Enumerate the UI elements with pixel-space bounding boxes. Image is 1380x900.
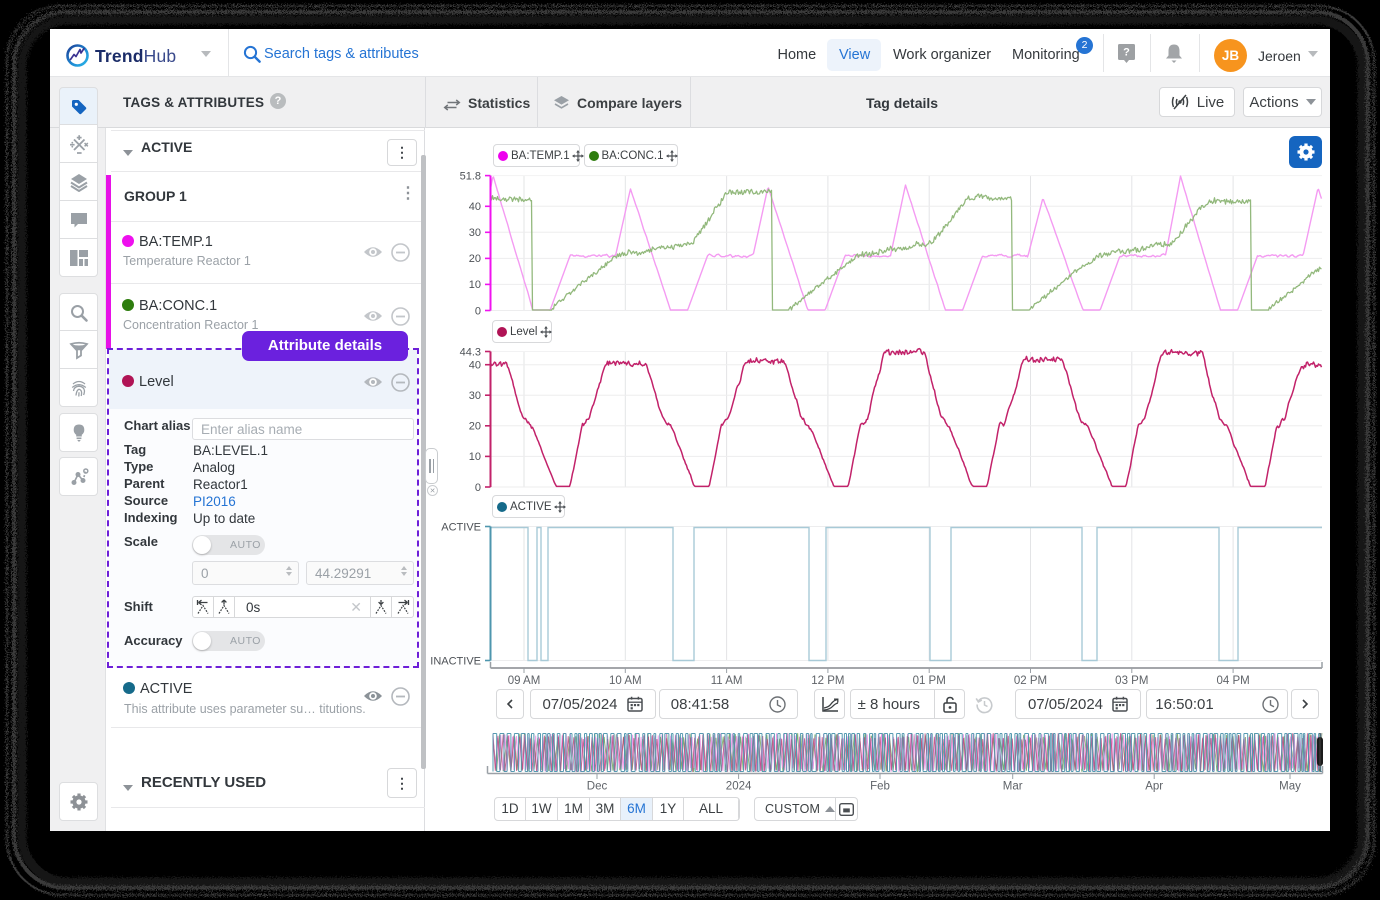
svg-text:10 AM: 10 AM — [609, 675, 642, 687]
svg-text:12 PM: 12 PM — [811, 675, 844, 687]
svg-text:51.8: 51.8 — [460, 170, 481, 182]
svg-text:0: 0 — [475, 482, 481, 494]
svg-text:0: 0 — [475, 305, 481, 317]
svg-text:10: 10 — [469, 279, 481, 291]
svg-text:11 AM: 11 AM — [711, 675, 743, 687]
svg-text:04 PM: 04 PM — [1216, 675, 1249, 687]
svg-text:03 PM: 03 PM — [1115, 675, 1148, 687]
svg-text:Apr: Apr — [1145, 781, 1163, 793]
svg-text:09 AM: 09 AM — [508, 675, 541, 687]
svg-text:?: ? — [1123, 47, 1130, 59]
svg-text:Feb: Feb — [870, 781, 890, 793]
svg-text:44.3: 44.3 — [460, 346, 481, 358]
svg-text:40: 40 — [469, 201, 481, 213]
svg-text:20: 20 — [469, 421, 481, 433]
svg-text:30: 30 — [469, 227, 481, 239]
svg-text:Mar: Mar — [1003, 781, 1023, 793]
svg-text:10: 10 — [469, 451, 481, 463]
svg-text:May: May — [1279, 781, 1301, 793]
svg-text:ACTIVE: ACTIVE — [441, 521, 481, 533]
svg-text:2024: 2024 — [726, 781, 752, 793]
svg-text:30: 30 — [469, 390, 481, 402]
svg-text:40: 40 — [469, 360, 481, 372]
svg-text:20: 20 — [469, 253, 481, 265]
svg-text:Dec: Dec — [587, 781, 608, 793]
svg-text:01 PM: 01 PM — [913, 675, 946, 687]
svg-text:02 PM: 02 PM — [1014, 675, 1047, 687]
svg-text:INACTIVE: INACTIVE — [430, 655, 481, 667]
